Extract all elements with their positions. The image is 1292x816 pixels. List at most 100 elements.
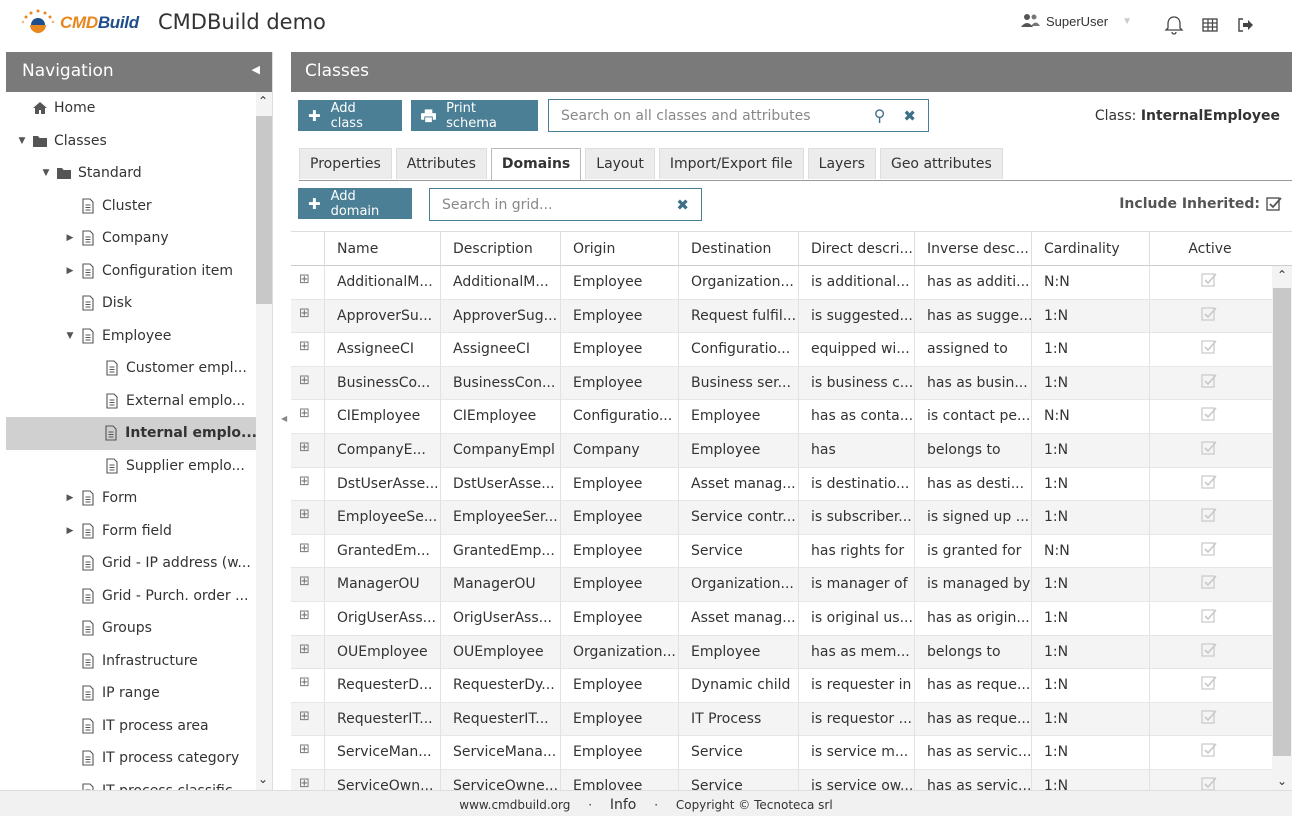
table-row[interactable]: ⊞ OrigUserAss... OrigUserAss... Employee Ass… [291, 601, 1272, 636]
nav-item-employee[interactable]: ▼ Employee [6, 320, 257, 353]
collapsed-arrow-icon[interactable]: ▶ [64, 266, 76, 276]
user-menu[interactable]: SuperUser ▼ [1020, 13, 1132, 29]
table-row[interactable]: ⊞ RequesterIT... RequesterIT... Employee IT … [291, 702, 1272, 737]
search-icon[interactable]: ⚲ [874, 106, 886, 125]
bell-icon[interactable] [1163, 14, 1185, 36]
expand-row-icon[interactable]: ⊞ [291, 366, 325, 400]
table-row[interactable]: ⊞ DstUserAsse... DstUserAsse... Employee Ass… [291, 467, 1272, 502]
logout-icon[interactable] [1234, 14, 1256, 36]
nav-item-configuration-item[interactable]: ▶ Configuration item [6, 255, 257, 288]
tab-layout[interactable]: Layout [585, 148, 655, 179]
table-row[interactable]: ⊞ BusinessCo... BusinessCon... Employee Busi… [291, 366, 1272, 401]
column-header-cardinality[interactable]: Cardinality [1032, 232, 1150, 266]
nav-item-it-process-area[interactable]: IT process area [6, 710, 257, 743]
expand-row-icon[interactable]: ⊞ [291, 601, 325, 635]
table-row[interactable]: ⊞ AssigneeCI AssigneeCI Employee Configurati… [291, 333, 1272, 367]
collapse-left-icon[interactable]: ◀ [252, 63, 260, 76]
tab-properties[interactable]: Properties [299, 148, 392, 179]
collapsed-arrow-icon[interactable]: ▶ [64, 233, 76, 243]
column-header-active[interactable]: Active [1150, 232, 1270, 266]
expanded-arrow-icon[interactable]: ▼ [16, 136, 28, 146]
table-row[interactable]: ⊞ OUEmployee OUEmployee Organization... Empl… [291, 635, 1272, 670]
tab-layers[interactable]: Layers [807, 148, 876, 179]
expand-row-icon[interactable]: ⊞ [291, 702, 325, 736]
tab-import-export-file[interactable]: Import/Export file [658, 148, 804, 179]
nav-item-it-process-category[interactable]: IT process category [6, 742, 257, 775]
add-class-button[interactable]: ✚ Add class [298, 100, 402, 131]
table-row[interactable]: ⊞ EmployeeSe... EmployeeSer... Employee Serv… [291, 501, 1272, 535]
table-row[interactable]: ⊞ ServiceOwn... ServiceOwne... Employee Serv… [291, 769, 1272, 790]
clear-search-icon[interactable]: ✖ [903, 107, 916, 125]
tab-domains[interactable]: Domains [490, 148, 582, 181]
grid-scrollbar[interactable]: ⌃ ⌄ [1272, 266, 1292, 790]
expand-row-icon[interactable]: ⊞ [291, 467, 325, 501]
nav-item-disk[interactable]: Disk [6, 287, 257, 320]
tab-geo-attributes[interactable]: Geo attributes [879, 148, 1003, 179]
collapsed-arrow-icon[interactable]: ▶ [64, 526, 76, 536]
table-row[interactable]: ⊞ ManagerOU ManagerOU Employee Organization.… [291, 568, 1272, 602]
footer-site-link[interactable]: www.cmdbuild.org [459, 798, 570, 812]
nav-item-external-emplo[interactable]: External emplo... [6, 385, 257, 418]
column-header-description[interactable]: Description [441, 232, 561, 266]
expand-row-icon[interactable]: ⊞ [291, 266, 325, 299]
expand-row-icon[interactable]: ⊞ [291, 669, 325, 703]
navigation-scrollbar[interactable]: ⌃ ⌄ [256, 92, 272, 790]
tab-attributes[interactable]: Attributes [395, 148, 487, 179]
nav-item-infrastructure[interactable]: Infrastructure [6, 645, 257, 678]
table-row[interactable]: ⊞ GrantedEm... GrantedEmp... Employee Servic… [291, 534, 1272, 569]
scrollbar-thumb[interactable] [256, 116, 272, 304]
expand-row-icon[interactable]: ⊞ [291, 400, 325, 434]
expand-row-icon[interactable]: ⊞ [291, 501, 325, 535]
table-row[interactable]: ⊞ RequesterD... RequesterDy... Employee Dyna… [291, 669, 1272, 703]
table-row[interactable]: ⊞ ApproverSu... ApproverSug... Employee Requ… [291, 299, 1272, 334]
include-inherited-checkbox[interactable] [1266, 196, 1282, 212]
nav-item-internal-emplo[interactable]: Internal emplo... [6, 417, 257, 450]
table-row[interactable]: ⊞ CIEmployee CIEmployee Configuratio... Empl… [291, 400, 1272, 434]
nav-item-ip-range[interactable]: IP range [6, 677, 257, 710]
expand-row-icon[interactable]: ⊞ [291, 299, 325, 333]
table-row[interactable]: ⊞ CompanyE... CompanyEmpl Company Employee ha… [291, 433, 1272, 468]
print-schema-button[interactable]: Print schema [411, 100, 538, 131]
expand-row-icon[interactable]: ⊞ [291, 534, 325, 568]
nav-item-customer-empl[interactable]: Customer empl... [6, 352, 257, 385]
collapsed-arrow-icon[interactable]: ▶ [64, 493, 76, 503]
nav-item-company[interactable]: ▶ Company [6, 222, 257, 255]
expanded-arrow-icon[interactable]: ▼ [64, 331, 76, 341]
column-header-destination[interactable]: Destination [679, 232, 799, 266]
expand-row-icon[interactable]: ⊞ [291, 568, 325, 602]
expand-row-icon[interactable]: ⊞ [291, 333, 325, 367]
expanded-arrow-icon[interactable]: ▼ [40, 168, 52, 178]
collapse-arrow-icon[interactable]: ◀ [281, 414, 287, 423]
table-row[interactable]: ⊞ ServiceMan... ServiceMana... Employee Serv… [291, 736, 1272, 770]
column-header-origin[interactable]: Origin [561, 232, 679, 266]
add-domain-button[interactable]: ✚ Add domain [298, 188, 412, 219]
footer-info-link[interactable]: Info [610, 797, 637, 813]
nav-item-groups[interactable]: Groups [6, 612, 257, 645]
column-header-inverse-desc[interactable]: Inverse desc... [915, 232, 1032, 266]
include-inherited[interactable]: Include Inherited: [1119, 196, 1282, 212]
nav-item-grid-purch-order[interactable]: Grid - Purch. order ... [6, 580, 257, 613]
nav-item-supplier-emplo[interactable]: Supplier emplo... [6, 450, 257, 483]
expand-row-icon[interactable]: ⊞ [291, 433, 325, 467]
column-header-name[interactable]: Name [325, 232, 441, 266]
expand-row-icon[interactable]: ⊞ [291, 635, 325, 669]
nav-item-classes[interactable]: ▼ Classes [6, 125, 257, 158]
grid-search-input[interactable]: Search in grid... ✖ [429, 188, 702, 221]
nav-item-it-process-classific[interactable]: IT process classific... [6, 775, 257, 790]
nav-item-grid-ip-address-w[interactable]: Grid - IP address (w... [6, 547, 257, 580]
class-search-input[interactable]: Search on all classes and attributes ⚲ ✖ [548, 99, 929, 132]
nav-item-cluster[interactable]: Cluster [6, 190, 257, 223]
expand-row-icon[interactable]: ⊞ [291, 736, 325, 770]
nav-item-home[interactable]: Home [6, 92, 257, 125]
nav-item-form[interactable]: ▶ Form [6, 482, 257, 515]
column-header-direct-descri[interactable]: Direct descri... [799, 232, 915, 266]
panel-splitter[interactable]: ◀ [276, 52, 290, 790]
nav-item-form-field[interactable]: ▶ Form field [6, 515, 257, 548]
scroll-up-icon[interactable]: ⌃ [1277, 268, 1287, 282]
clear-grid-search-icon[interactable]: ✖ [676, 196, 689, 214]
grid-icon[interactable] [1199, 14, 1221, 36]
scroll-up-icon[interactable]: ⌃ [258, 94, 268, 108]
scroll-down-icon[interactable]: ⌄ [258, 772, 268, 786]
table-row[interactable]: ⊞ AdditionalM... AdditionalM... Employee Org… [291, 266, 1272, 300]
expand-row-icon[interactable]: ⊞ [291, 769, 325, 790]
